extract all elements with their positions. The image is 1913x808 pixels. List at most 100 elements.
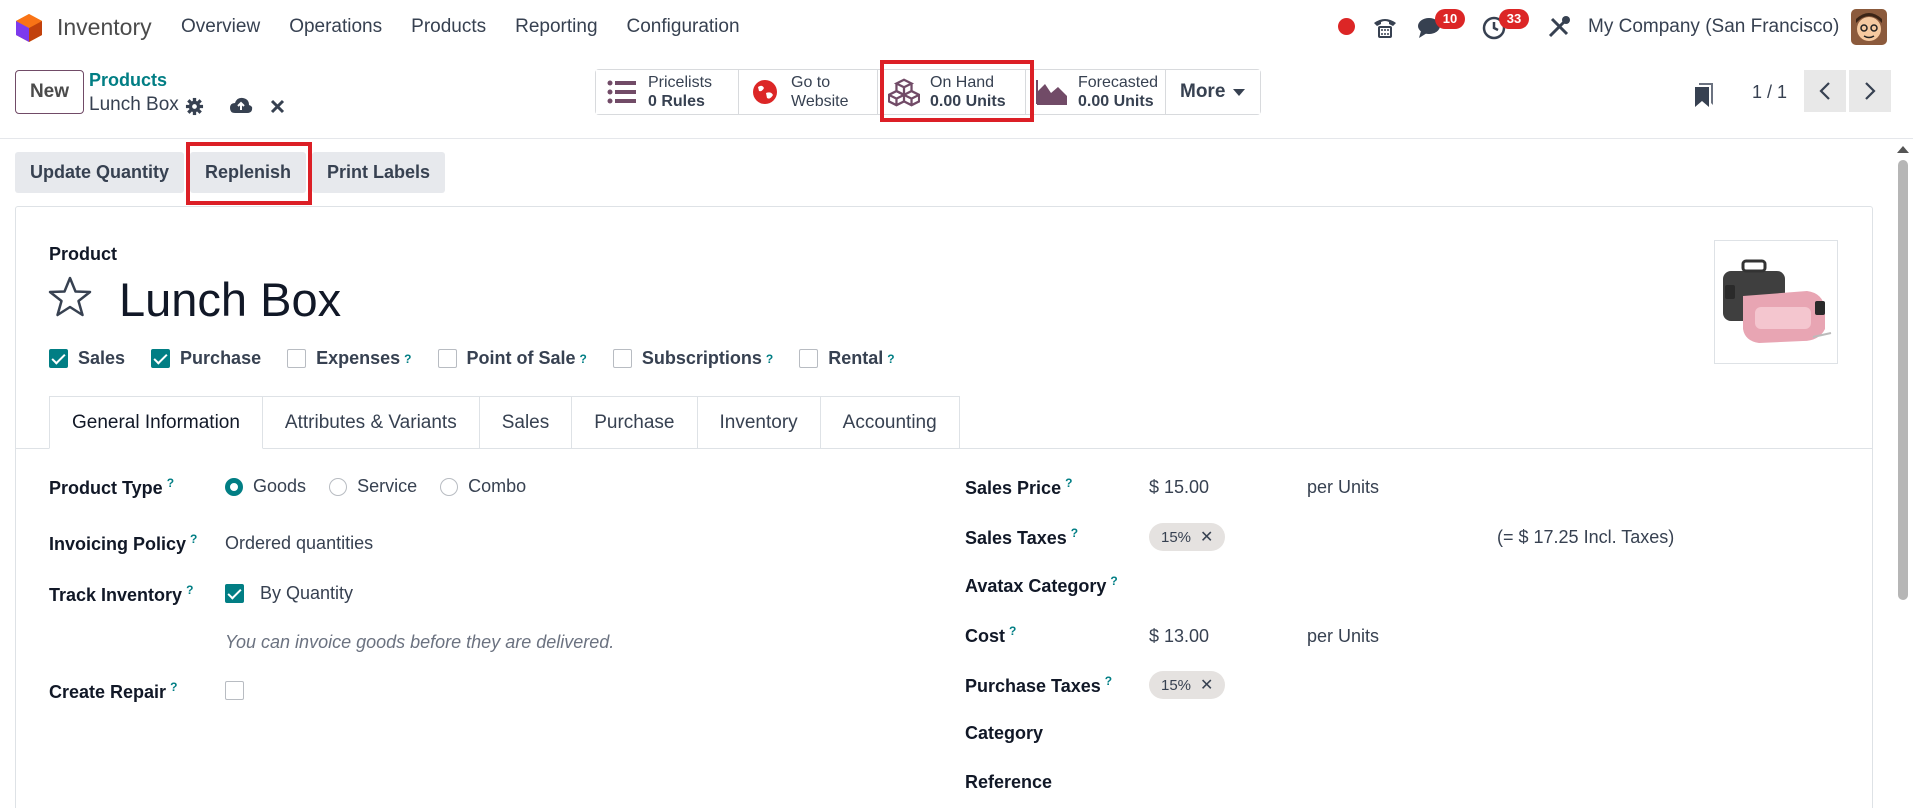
action-buttons: Update Quantity Replenish Print Labels xyxy=(15,152,451,193)
checkbox-unchecked[interactable] xyxy=(799,349,819,368)
tab-purchase[interactable]: Purchase xyxy=(572,396,698,449)
tab-sales[interactable]: Sales xyxy=(479,396,573,449)
new-button[interactable]: New xyxy=(15,70,84,114)
help-tooltip-icon[interactable]: ? xyxy=(580,352,587,366)
checkbox-unchecked[interactable] xyxy=(437,349,457,368)
breadcrumb-current: Lunch Box xyxy=(89,94,179,115)
breadcrumb-products-link[interactable]: Products xyxy=(89,70,167,91)
pager-next-button[interactable] xyxy=(1849,70,1891,112)
favorite-star-icon[interactable] xyxy=(48,276,92,318)
more-dropdown-button[interactable]: More xyxy=(1166,70,1261,114)
pricelists-button[interactable]: Pricelists 0 Rules xyxy=(596,70,739,114)
user-avatar[interactable] xyxy=(1851,9,1887,45)
help-tooltip-icon[interactable]: ? xyxy=(1110,574,1117,588)
pager-previous-button[interactable] xyxy=(1804,70,1846,112)
remove-tag-icon[interactable]: ✕ xyxy=(1200,675,1213,695)
menu-products[interactable]: Products xyxy=(411,16,486,38)
go-to-website-button[interactable]: Go to Website xyxy=(739,70,878,114)
radio-service[interactable] xyxy=(329,478,348,497)
on-hand-button[interactable]: On Hand 0.00 Units xyxy=(878,70,1026,114)
tab-general-information[interactable]: General Information xyxy=(49,396,263,449)
reference-label: Reference xyxy=(965,772,1053,792)
pager-value[interactable]: 1 / 1 xyxy=(1752,82,1787,103)
subscriptions-checkbox[interactable]: Subscriptions ? xyxy=(612,348,773,369)
help-tooltip-icon[interactable]: ? xyxy=(1071,526,1078,540)
menu-configuration[interactable]: Configuration xyxy=(627,16,740,38)
help-tooltip-icon[interactable]: ? xyxy=(1009,624,1016,638)
recording-indicator-icon[interactable] xyxy=(1338,18,1355,35)
inventory-app-icon[interactable] xyxy=(14,13,44,43)
sales-tax-tag[interactable]: 15% ✕ xyxy=(1149,523,1226,551)
sales-checkbox[interactable]: Sales xyxy=(49,348,125,369)
track-inventory-method[interactable]: By Quantity xyxy=(260,583,353,604)
rental-checkbox-label: Rental xyxy=(828,348,884,368)
radio-goods[interactable] xyxy=(225,478,243,497)
remove-tag-icon[interactable]: ✕ xyxy=(1200,527,1213,547)
control-panel: New Products Lunch Box Pricelists 0 Rule… xyxy=(0,54,1913,139)
forecasted-label: Forecasted xyxy=(1078,74,1159,91)
app-name[interactable]: Inventory xyxy=(57,14,152,41)
create-repair-label-text: Create Repair xyxy=(49,682,167,702)
checkbox-unchecked[interactable] xyxy=(612,349,632,368)
radio-service-label[interactable]: Service xyxy=(357,476,417,496)
help-tooltip-icon[interactable]: ? xyxy=(766,352,773,366)
radio-combo-label[interactable]: Combo xyxy=(468,476,526,496)
gear-icon[interactable] xyxy=(185,97,204,116)
subscriptions-checkbox-label: Subscriptions xyxy=(641,348,762,368)
help-tooltip-icon[interactable]: ? xyxy=(887,352,894,366)
checkbox-checked[interactable] xyxy=(151,349,171,368)
create-repair-checkbox[interactable] xyxy=(225,681,244,700)
purchase-checkbox[interactable]: Purchase xyxy=(151,348,261,369)
menu-operations[interactable]: Operations xyxy=(289,16,382,38)
incl-taxes-text: (= $ 17.25 Incl. Taxes) xyxy=(1497,527,1675,547)
sales-tax-tag-label: 15% xyxy=(1161,528,1192,546)
tools-icon[interactable] xyxy=(1545,13,1573,41)
track-inventory-checkbox[interactable] xyxy=(225,584,244,603)
pricelists-label: Pricelists xyxy=(648,74,713,91)
track-inventory-label-text: Track Inventory xyxy=(49,585,183,605)
print-labels-button[interactable]: Print Labels xyxy=(312,152,446,193)
discard-icon[interactable] xyxy=(270,99,285,114)
tab-inventory[interactable]: Inventory xyxy=(697,396,821,449)
radio-goods-label[interactable]: Goods xyxy=(253,476,306,496)
tab-attributes-variants[interactable]: Attributes & Variants xyxy=(262,396,480,449)
product-image[interactable] xyxy=(1714,240,1838,364)
product-capabilities: Sales Purchase Expenses ? Point of Sale … xyxy=(49,348,921,369)
invoicing-policy-select[interactable]: Ordered quantities xyxy=(225,533,373,554)
replenish-button[interactable]: Replenish xyxy=(190,152,307,193)
help-tooltip-icon[interactable]: ? xyxy=(186,583,193,597)
help-tooltip-icon[interactable]: ? xyxy=(170,680,177,694)
menu-reporting[interactable]: Reporting xyxy=(515,16,597,38)
rental-checkbox[interactable]: Rental ? xyxy=(799,348,895,369)
scroll-up-icon[interactable] xyxy=(1896,144,1910,154)
pricelists-value: 0 Rules xyxy=(648,93,705,110)
cost-input[interactable]: $ 13.00 xyxy=(1149,626,1209,647)
vertical-scrollbar[interactable] xyxy=(1898,160,1908,600)
tab-accounting[interactable]: Accounting xyxy=(820,396,960,449)
purchase-tax-tag-label: 15% xyxy=(1161,676,1192,694)
sales-price-input[interactable]: $ 15.00 xyxy=(1149,477,1209,498)
radio-combo[interactable] xyxy=(440,478,459,497)
help-tooltip-icon[interactable]: ? xyxy=(1105,674,1112,688)
avatax-category-label-text: Avatax Category xyxy=(965,576,1107,596)
purchase-tax-tag[interactable]: 15% ✕ xyxy=(1149,671,1226,699)
forecasted-button[interactable]: Forecasted 0.00 Units xyxy=(1026,70,1166,114)
product-title[interactable]: Lunch Box xyxy=(119,272,341,327)
save-cloud-icon[interactable] xyxy=(229,95,253,117)
checkbox-unchecked[interactable] xyxy=(287,349,307,368)
help-tooltip-icon[interactable]: ? xyxy=(190,532,197,546)
point-of-sale-checkbox[interactable]: Point of Sale ? xyxy=(437,348,587,369)
expenses-checkbox[interactable]: Expenses ? xyxy=(287,348,412,369)
globe-icon xyxy=(749,77,781,107)
menu-overview[interactable]: Overview xyxy=(181,16,260,38)
phone-icon[interactable] xyxy=(1371,13,1399,41)
help-tooltip-icon[interactable]: ? xyxy=(404,352,411,366)
smart-buttons: Pricelists 0 Rules Go to Website On Hand… xyxy=(595,69,1262,115)
help-tooltip-icon[interactable]: ? xyxy=(167,476,174,490)
update-quantity-button[interactable]: Update Quantity xyxy=(15,152,185,193)
sales-checkbox-label: Sales xyxy=(78,348,126,368)
bookmark-icon[interactable] xyxy=(1694,82,1714,108)
help-tooltip-icon[interactable]: ? xyxy=(1065,476,1072,490)
checkbox-checked[interactable] xyxy=(49,349,68,368)
company-switcher[interactable]: My Company (San Francisco) xyxy=(1588,16,1839,38)
